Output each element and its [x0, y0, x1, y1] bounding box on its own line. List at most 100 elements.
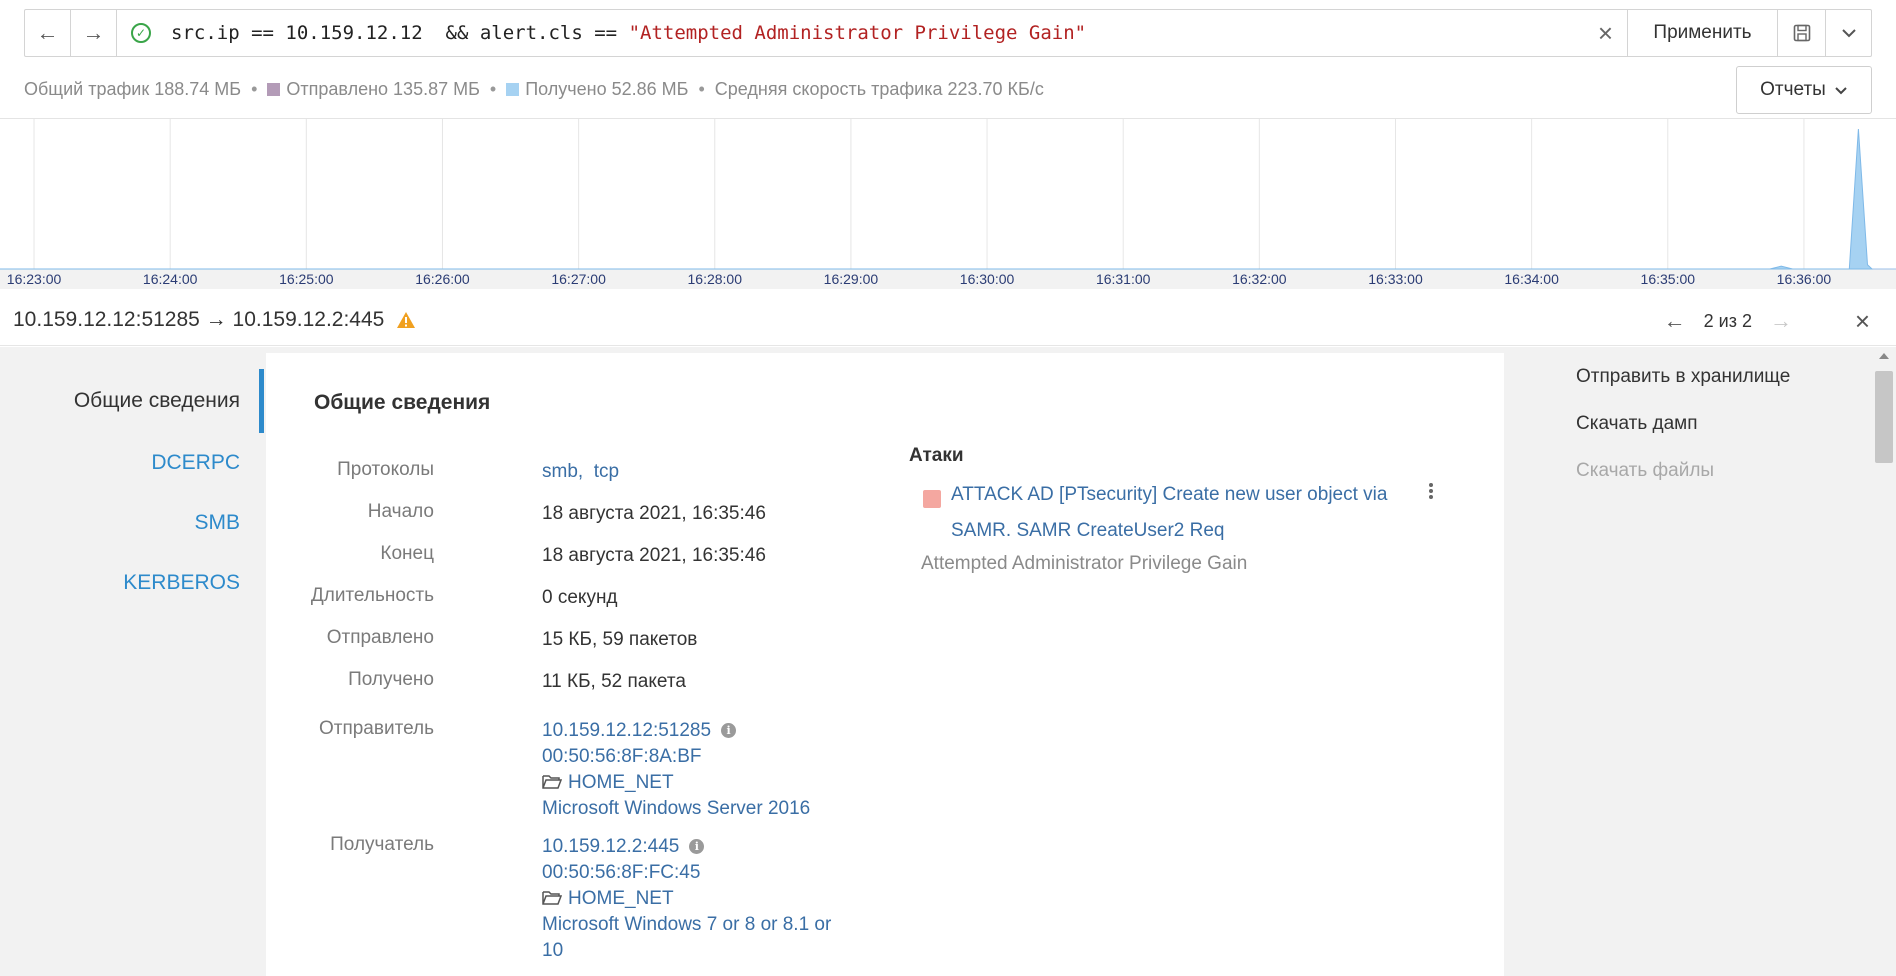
x-tick-label: 16:24:00 [142, 271, 198, 287]
prop-label: Протоколы [337, 459, 434, 480]
prop-value: 10.159.12.12:51285 i 00:50:56:8F:8A:BF HO… [542, 718, 810, 822]
forward-button[interactable]: → [71, 10, 117, 56]
separator: • [489, 79, 497, 99]
receiver-os-line1: Microsoft Windows 7 or 8 or 8.1 or [542, 914, 832, 935]
sender-os-link[interactable]: Microsoft Windows Server 2016 [542, 796, 810, 822]
x-tick-label: 16:33:00 [1368, 271, 1423, 287]
x-tick-label: 16:23:00 [6, 271, 62, 287]
reports-label: Отчеты [1760, 79, 1826, 100]
query-options-dropdown[interactable] [1825, 10, 1871, 56]
receiver-address-link[interactable]: 10.159.12.2:445 [542, 836, 679, 857]
download-files-action[interactable]: Скачать файлы [1576, 461, 1790, 508]
query-input[interactable]: ✓ src.ip == 10.159.12.12 && alert.cls ==… [117, 10, 1627, 56]
next-flow-button[interactable]: → [1770, 308, 1792, 334]
receiver-network[interactable]: HOME_NET [542, 886, 831, 912]
flow-endpoints: 10.159.12.12:51285 → 10.159.12.2:445 [13, 308, 385, 331]
reports-dropdown-button[interactable]: Отчеты [1736, 66, 1872, 114]
sent-traffic: Отправлено 135.87 МБ [286, 79, 480, 99]
section-nav: Общие сведения DCERPC SMB KERBEROS [0, 369, 264, 613]
prop-value: 18 августа 2021, 16:35:46 [542, 503, 766, 524]
traffic-chart-svg [0, 119, 1896, 289]
arrow-left-icon: ← [36, 20, 59, 45]
save-query-button[interactable] [1777, 10, 1825, 56]
arrow-right-icon: → [82, 20, 105, 45]
pager-position: 2 из 2 [1703, 310, 1752, 331]
x-tick-label: 16:29:00 [823, 271, 879, 287]
query-text[interactable]: src.ip == 10.159.12.12 && alert.cls == "… [171, 22, 1086, 44]
card-title: Общие сведения [314, 391, 491, 414]
back-button[interactable]: ← [25, 10, 71, 56]
send-to-storage-action[interactable]: Отправить в хранилище [1576, 367, 1790, 414]
prop-label: Получатель [330, 834, 434, 855]
apply-button[interactable]: Применить [1627, 10, 1777, 56]
info-icon[interactable]: i [689, 839, 705, 854]
x-tick-label: 16:25:00 [279, 271, 334, 287]
query-expression: src.ip == 10.159.12.12 && alert.cls == [171, 22, 629, 44]
sender-mac-link[interactable]: 00:50:56:8F:8A:BF [542, 744, 810, 770]
receiver-network-label: HOME_NET [568, 888, 674, 909]
folder-icon [542, 891, 562, 905]
received-traffic: Получено 52.86 МБ [525, 79, 689, 99]
download-dump-action[interactable]: Скачать дамп [1576, 414, 1790, 461]
total-traffic: Общий трафик 188.74 МБ [24, 79, 242, 99]
receiver-mac-link[interactable]: 00:50:56:8F:FC:45 [542, 860, 831, 886]
prop-value: smb, tcp [542, 461, 620, 482]
flow-title: 10.159.12.12:51285 → 10.159.12.2:445 [13, 308, 416, 332]
scroll-up-arrow-icon[interactable] [1879, 353, 1889, 359]
x-tick-label: 16:34:00 [1504, 271, 1559, 287]
prop-value: 10.159.12.2:445 i 00:50:56:8F:FC:45 HOME_… [542, 834, 831, 964]
x-tick-label: 16:27:00 [551, 271, 606, 287]
section-nav-general[interactable]: Общие сведения [0, 369, 264, 433]
prop-label: Получено [348, 669, 434, 690]
prop-label: Отправитель [318, 718, 434, 739]
close-flow-button[interactable]: × [1855, 306, 1870, 337]
prop-value: 11 КБ, 52 пакета [542, 671, 686, 692]
traffic-stats: Общий трафик 188.74 МБ • Отправлено 135.… [24, 79, 1044, 100]
flow-header: 10.159.12.12:51285 → 10.159.12.2:445 ← 2… [0, 296, 1896, 346]
query-string-literal: "Attempted Administrator Privilege Gain" [628, 22, 1087, 44]
attack-link[interactable]: ATTACK AD [PTsecurity] Create new user o… [951, 477, 1411, 549]
flow-pager: ← 2 из 2 → [1664, 308, 1792, 334]
attack-severity-swatch [923, 490, 941, 508]
prop-label: Длительность [310, 585, 434, 606]
x-tick-label: 16:36:00 [1776, 271, 1832, 287]
prop-value: 0 секунд [542, 587, 618, 608]
x-tick-label: 16:35:00 [1640, 271, 1696, 287]
x-tick-label: 16:30:00 [959, 271, 1015, 287]
x-tick-label: 16:31:00 [1095, 271, 1151, 287]
attack-menu-kebab-icon[interactable] [1426, 481, 1436, 503]
x-tick-label: 16:28:00 [687, 271, 743, 287]
sender-network[interactable]: HOME_NET [542, 770, 810, 796]
protocol-link-tcp[interactable]: tcp [594, 461, 619, 482]
chevron-down-icon [1841, 29, 1856, 38]
average-speed: Средняя скорость трафика 223.70 КБ/с [714, 79, 1044, 99]
floppy-disk-icon [1793, 24, 1810, 42]
attack-class: Attempted Administrator Privilege Gain [921, 553, 1248, 574]
vertical-scrollbar[interactable] [1872, 347, 1896, 976]
x-tick-label: 16:32:00 [1232, 271, 1287, 287]
prop-label: Отправлено [326, 627, 434, 648]
traffic-timeline-chart[interactable]: 16:23:00 16:24:00 16:25:00 16:26:00 16:27:00… [0, 118, 1896, 289]
sent-legend-swatch [267, 83, 281, 96]
prop-value: 15 КБ, 59 пакетов [542, 629, 698, 650]
received-legend-swatch [506, 83, 520, 96]
actions-panel: Отправить в хранилище Скачать дамп Скача… [1576, 367, 1790, 508]
separator: • [698, 79, 705, 99]
previous-flow-button[interactable]: ← [1664, 308, 1686, 334]
traffic-series-area [0, 128, 1874, 270]
receiver-os-line2: 10 [542, 940, 564, 961]
sender-address-link[interactable]: 10.159.12.12:51285 [542, 720, 711, 741]
scrollbar-thumb[interactable] [1875, 371, 1893, 463]
folder-icon [542, 775, 562, 789]
prop-label: Начало [367, 501, 434, 522]
x-tick-label: 16:26:00 [415, 271, 470, 287]
warning-icon [397, 312, 416, 328]
prop-value: 18 августа 2021, 16:35:46 [542, 545, 766, 566]
sender-network-label: HOME_NET [568, 772, 674, 793]
clear-query-button[interactable]: × [1598, 20, 1613, 46]
receiver-os-link[interactable]: Microsoft Windows 7 or 8 or 8.1 or 10 [542, 912, 831, 964]
info-icon[interactable]: i [721, 723, 737, 738]
protocol-link-smb[interactable]: smb [542, 461, 578, 482]
separator: • [251, 79, 258, 99]
chevron-down-icon [1835, 86, 1847, 94]
